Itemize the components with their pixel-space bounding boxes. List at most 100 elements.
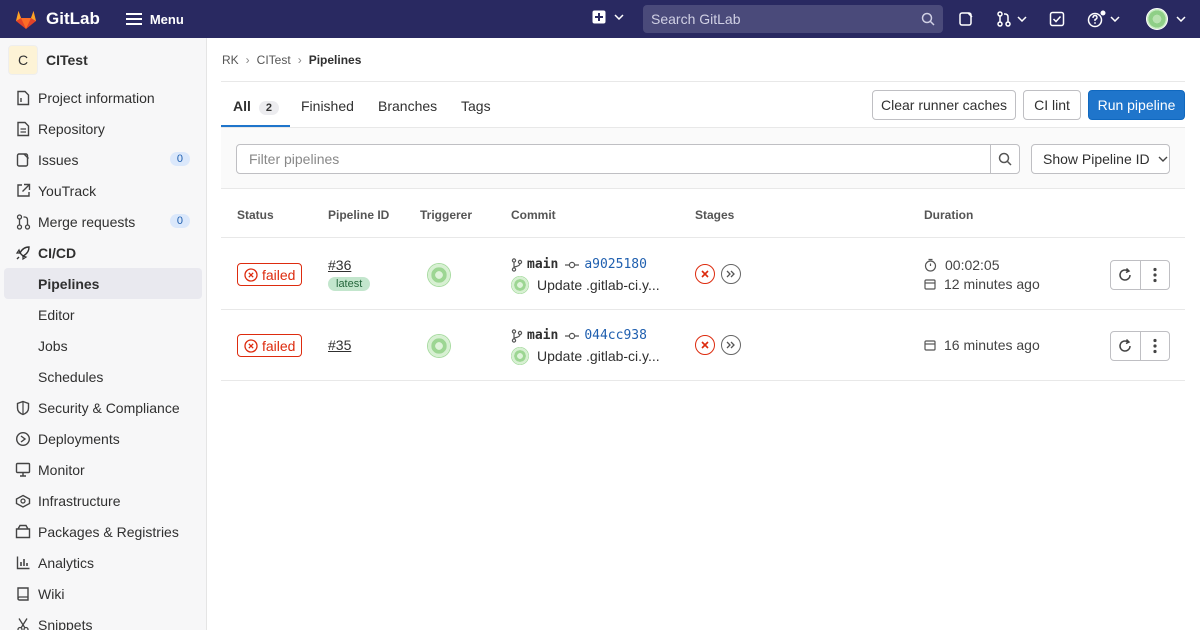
sidebar-item-label: Project information [38,89,155,106]
issues-top-button[interactable] [958,11,974,27]
show-pipeline-id-dropdown[interactable]: Show Pipeline ID [1031,144,1170,174]
sidebar-item-label: YouTrack [38,182,97,199]
retry-icon [1119,267,1132,281]
gitlab-logo[interactable]: GitLab [14,8,100,30]
sidebar-subitem-schedules[interactable]: Schedules [0,361,206,392]
search-icon [921,12,935,26]
stage-skipped-button[interactable] [721,335,741,355]
sidebar-item-project-information[interactable]: Project information [0,82,206,113]
todos-top-button[interactable] [1049,11,1065,27]
breadcrumb-separator-icon: › [245,53,250,67]
pipeline-id-link[interactable]: #36 [328,257,351,273]
commit-title-link[interactable]: Update .gitlab-ci.y... [537,277,660,293]
sidebar-item-label: Security & Compliance [38,399,180,416]
tab-all[interactable]: All 2 [233,98,280,115]
sidebar-item-merge-requests[interactable]: Merge requests 0 [0,206,206,237]
info-doc-icon [15,90,31,106]
filter-search-button[interactable] [990,144,1020,174]
close-x-icon [701,341,709,349]
stage-failed-button[interactable] [695,264,715,284]
sidebar-project-header[interactable]: C CITest [0,38,206,82]
sidebar-item-packages-registries[interactable]: Packages & Registries [0,516,206,547]
merge-request-icon [997,11,1011,27]
commit-icon [565,261,580,268]
branch-icon [511,328,523,343]
sidebar-item-label: Snippets [38,616,93,630]
commit-title-link[interactable]: Update .gitlab-ci.y... [537,348,660,364]
sidebar-item-repository[interactable]: Repository [0,113,206,144]
more-actions-button[interactable] [1139,332,1169,360]
sidebar-item-label: Repository [38,120,105,137]
tab-tags[interactable]: Tags [461,98,491,114]
retry-button[interactable] [1111,261,1140,289]
sidebar-subitem-editor[interactable]: Editor [0,299,206,330]
monitor-icon [15,462,31,478]
breadcrumb-citest[interactable]: CITest [257,53,291,67]
duration-text: 00:02:05 [945,257,1000,273]
tab-all-count: 2 [258,101,280,115]
user-menu-button[interactable] [1146,8,1186,30]
stage-skipped-button[interactable] [721,264,741,284]
commit-ref: main a9025180 [511,257,647,272]
chevron-down-icon [1176,16,1186,22]
column-stages: Stages [695,208,735,222]
sidebar-item-deployments[interactable]: Deployments [0,423,206,454]
sidebar-item-cicd[interactable]: CI/CD [0,237,206,268]
sidebar-subitem-pipelines[interactable]: Pipelines [4,268,202,299]
help-top-button[interactable] [1087,10,1120,28]
book-icon [15,586,31,602]
commit-sha-link[interactable]: a9025180 [584,257,647,272]
sidebar-subitem-jobs[interactable]: Jobs [0,330,206,361]
branch-link[interactable]: main [527,257,558,272]
main-content: RK › CITest › Pipelines All 2 Finished Br… [207,38,1200,630]
commit-sha-link[interactable]: 044cc938 [584,328,647,343]
menu-button[interactable]: Menu [125,12,184,27]
clear-runner-caches-button[interactable]: Clear runner caches [872,90,1016,120]
sidebar-item-wiki[interactable]: Wiki [0,578,206,609]
table-header: Status Pipeline ID Triggerer Commit Stag… [221,190,1185,238]
tab-all-label: All [233,98,251,114]
chevron-down-icon [1110,16,1120,22]
status-failed-icon [244,267,258,282]
author-avatar[interactable] [511,347,529,365]
breadcrumb-pipelines[interactable]: Pipelines [309,53,362,67]
run-pipeline-button[interactable]: Run pipeline [1088,90,1185,120]
status-text: failed [262,266,296,283]
close-x-icon [701,270,709,278]
commit-icon [565,332,580,339]
sidebar-item-monitor[interactable]: Monitor [0,454,206,485]
pipeline-id-link[interactable]: #35 [328,337,351,353]
stage-failed-button[interactable] [695,335,715,355]
ci-lint-button[interactable]: CI lint [1023,90,1081,120]
triggerer-avatar[interactable] [427,263,451,287]
triggerer-avatar[interactable] [427,334,451,358]
shield-icon [15,400,31,416]
commit-ref: main 044cc938 [511,328,647,343]
tab-finished[interactable]: Finished [301,98,354,114]
issues-icon [959,12,973,26]
status-badge[interactable]: failed [237,334,303,357]
status-badge[interactable]: failed [237,263,303,286]
sidebar-item-youtrack[interactable]: YouTrack [0,175,206,206]
sidebar-item-security-compliance[interactable]: Security & Compliance [0,392,206,423]
sidebar-item-issues[interactable]: Issues 0 [0,144,206,175]
project-name: CITest [46,52,88,68]
row-actions [1110,331,1170,361]
sidebar-item-analytics[interactable]: Analytics [0,547,206,578]
project-avatar: C [8,45,38,75]
merge-requests-top-button[interactable] [996,11,1027,27]
breadcrumb-rk[interactable]: RK [222,53,239,67]
new-dropdown-button[interactable] [592,10,624,24]
issues-icon [15,152,31,168]
global-search-input[interactable]: Search GitLab [643,5,943,33]
more-actions-button[interactable] [1139,261,1169,289]
sidebar-item-snippets[interactable]: Snippets [0,609,206,630]
tab-branches[interactable]: Branches [378,98,437,114]
issues-count-badge: 0 [169,152,190,166]
sidebar-item-infrastructure[interactable]: Infrastructure [0,485,206,516]
filter-pipelines-input[interactable]: Filter pipelines [236,144,991,174]
sidebar-item-label: Monitor [38,461,85,478]
branch-link[interactable]: main [527,328,558,343]
author-avatar[interactable] [511,276,529,294]
retry-button[interactable] [1111,332,1140,360]
